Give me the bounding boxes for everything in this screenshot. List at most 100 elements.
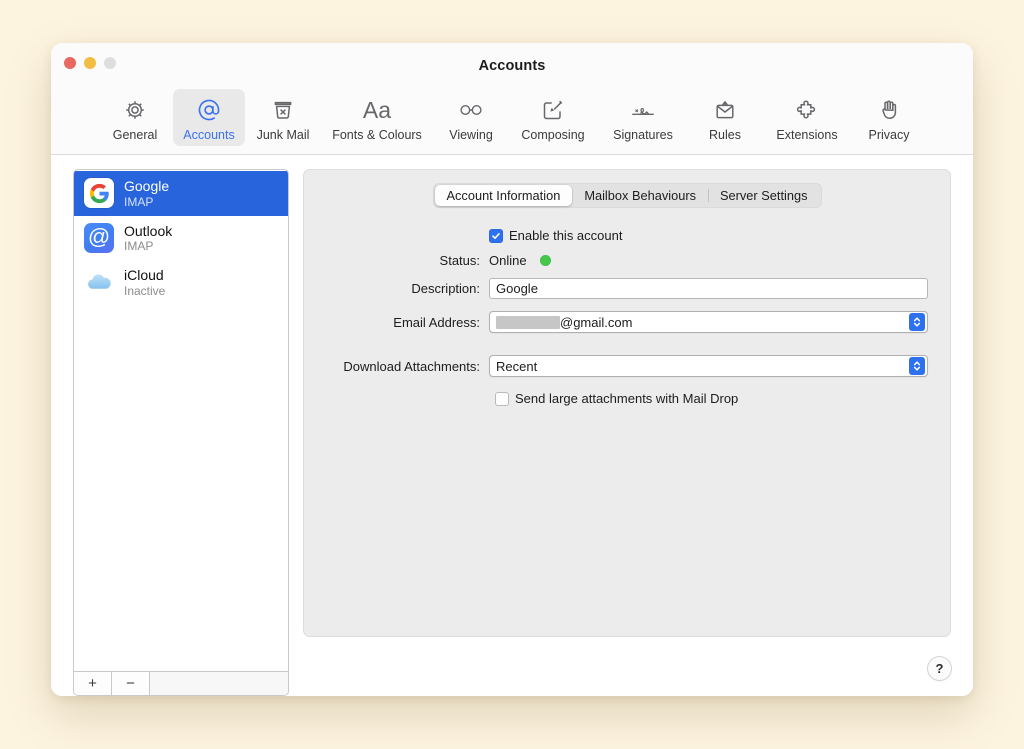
email-address-value: @gmail.com [496,315,905,330]
account-row-google[interactable]: Google IMAP [74,171,288,216]
accounts-list[interactable]: Google IMAP @ Outlook IMAP iCloud Inacti… [73,169,289,671]
toolbar-item-viewing[interactable]: Viewing [435,89,507,146]
toolbar-item-composing[interactable]: Composing [509,89,597,146]
outlook-logo-icon: @ [84,223,114,253]
account-text-google: Google IMAP [124,178,169,209]
toolbar-item-privacy[interactable]: Privacy [853,89,925,146]
toolbar-label-privacy: Privacy [868,128,910,142]
enable-account-control: Enable this account [489,228,928,243]
remove-account-button[interactable]: − [112,672,150,695]
enable-account-checkbox[interactable]: Enable this account [489,228,622,243]
hand-icon [855,95,923,125]
download-attachments-select[interactable]: Recent [489,355,928,377]
tab-account-information[interactable]: Account Information [434,185,573,206]
trash-x-icon [249,95,317,125]
email-address-control: @gmail.com [489,311,928,333]
tab-server-settings[interactable]: Server Settings [708,185,820,206]
chevron-updown-icon[interactable] [909,357,925,375]
account-name: iCloud [124,267,164,284]
toolbar-label-rules: Rules [709,128,741,142]
toolbar-label-signatures: Signatures [613,128,673,142]
toolbar-item-rules[interactable]: Rules [689,89,761,146]
accounts-sidebar: Google IMAP @ Outlook IMAP iCloud Inacti… [73,169,289,696]
google-logo-icon [84,178,114,209]
add-account-button[interactable]: + [74,672,112,695]
icloud-logo-icon [84,267,114,298]
account-name: Outlook [124,222,173,239]
toolbar-item-junk-mail[interactable]: Junk Mail [247,89,319,146]
email-address-combobox[interactable]: @gmail.com [489,311,928,333]
account-row-outlook[interactable]: @ Outlook IMAP [74,216,288,261]
envelope-rules-icon [691,95,759,125]
toolbar-label-extensions: Extensions [776,128,838,142]
toolbar-label-general: General [112,128,158,142]
enable-account-row: Enable this account [326,228,928,243]
description-label: Description: [411,281,480,296]
detail-tabs-group: Account Information Mailbox Behaviours S… [432,183,822,208]
footer-filler [150,672,288,695]
gear-icon [101,95,169,125]
download-attachments-value: Recent [496,358,538,374]
description-input[interactable]: Google [489,278,928,299]
account-name: Google [124,178,170,194]
checkmark-icon [489,228,503,243]
toolbar-item-accounts[interactable]: Accounts [173,89,245,146]
traffic-light-buttons [64,57,116,69]
glasses-icon [437,95,505,125]
toolbar-label-viewing: Viewing [449,128,493,142]
toolbar-label-junk-mail: Junk Mail [256,128,310,142]
toolbar-item-signatures[interactable]: Signatures [599,89,687,146]
status-value: Online [489,253,527,268]
toolbar-label-fonts-colours: Fonts & Colours [332,128,422,142]
account-type: IMAP [124,239,154,254]
checkbox-empty-icon [495,391,509,406]
enable-account-label: Enable this account [509,228,623,243]
toolbar-label-accounts: Accounts [183,128,235,142]
account-text-icloud: iCloud Inactive [124,267,165,298]
toolbar-label-composing: Composing [521,128,585,142]
status-indicator-dot [539,255,551,266]
signature-icon [601,95,685,125]
window-title: Accounts [478,58,546,74]
aa-text-icon: Aa [362,96,392,123]
minimise-button[interactable] [84,57,96,69]
titlebar: Accounts [51,43,973,89]
status-control: Online [489,253,928,268]
download-attachments-label: Download Attachments: [343,358,480,374]
toolbar-item-extensions[interactable]: Extensions [763,89,851,146]
mail-drop-checkbox[interactable]: Send large attachments with Mail Drop [495,391,738,406]
account-text-outlook: Outlook IMAP [124,223,172,254]
preferences-toolbar: General Accounts Junk Mail Aa Fonts & Co… [51,89,973,155]
preferences-body: Google IMAP @ Outlook IMAP iCloud Inacti… [51,155,973,696]
at-sign-icon [175,95,243,125]
mail-drop-label: Send large attachments with Mail Drop [515,391,739,406]
status-label: Status: [439,253,480,268]
chevron-updown-icon[interactable] [909,313,925,331]
download-attachments-control: Recent [489,355,928,377]
compose-icon [511,95,595,125]
download-attachments-row: Download Attachments: Recent [326,355,928,377]
toolbar-item-fonts-colours[interactable]: Aa Fonts & Colours [321,89,433,146]
accounts-list-footer: + − [73,671,289,696]
puzzle-icon [765,95,849,125]
redacted-username-block [496,315,560,329]
account-detail-panel: Account Information Mailbox Behaviours S… [303,169,951,637]
zoom-button [104,57,116,69]
accounts-preferences-window: Accounts General Accounts Junk Mail Aa F… [51,43,973,696]
account-row-icloud[interactable]: iCloud Inactive [74,260,288,305]
email-domain: @gmail.com [560,314,633,330]
mail-drop-row: Send large attachments with Mail Drop [326,391,928,406]
description-control: Google [489,278,928,299]
toolbar-item-general[interactable]: General [99,89,171,146]
close-button[interactable] [64,57,76,69]
account-type: IMAP [124,194,154,209]
description-row: Description: Google [326,278,928,299]
status-row: Status: Online [326,253,928,268]
detail-tabs: Account Information Mailbox Behaviours S… [320,183,934,208]
email-address-row: Email Address: @gmail.com [326,311,928,333]
tab-mailbox-behaviours[interactable]: Mailbox Behaviours [572,185,708,206]
email-address-label: Email Address: [393,314,480,330]
help-button[interactable]: ? [928,657,951,680]
account-type: Inactive [124,283,166,298]
account-information-form: Enable this account Status: Online Descr… [320,228,934,406]
